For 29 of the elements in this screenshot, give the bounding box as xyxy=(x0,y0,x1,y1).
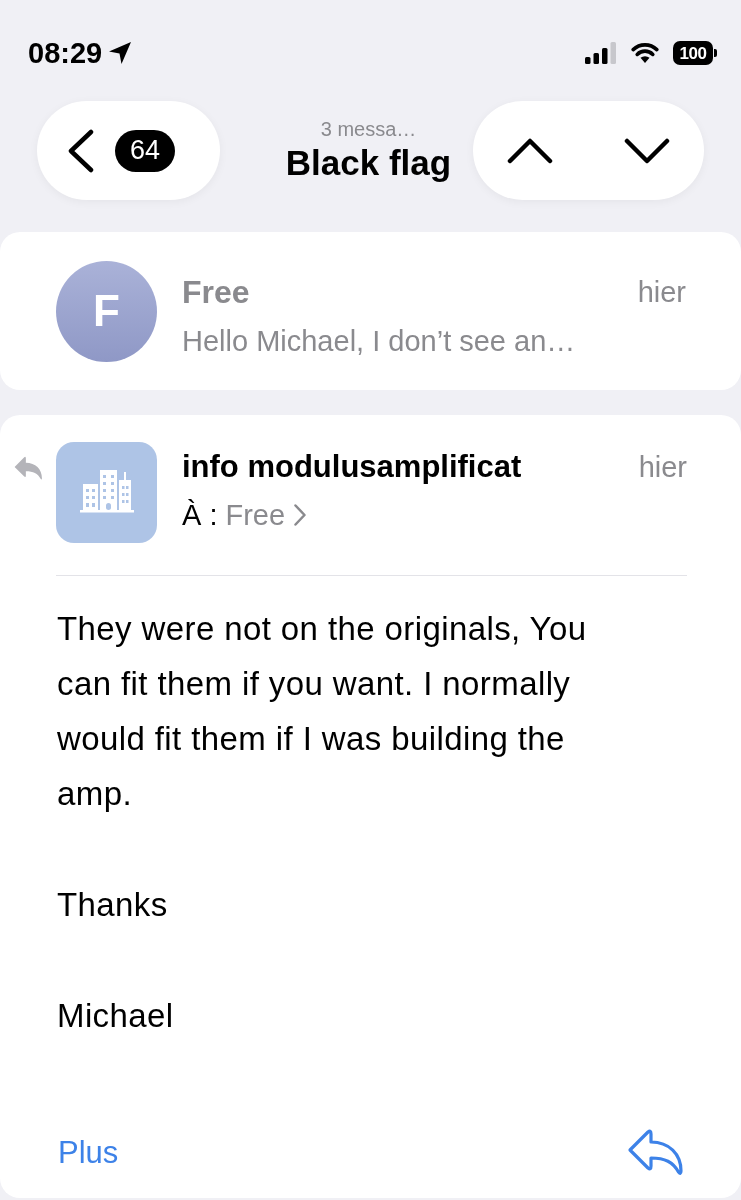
message-preview: Hello Michael, I don’t see an… xyxy=(182,323,577,359)
back-button[interactable]: 64 xyxy=(37,101,220,200)
chevron-up-icon xyxy=(507,137,553,164)
buildings-icon xyxy=(56,442,157,543)
sender-name: info modulusamplificat xyxy=(182,448,522,486)
recipient-label: À : xyxy=(182,498,218,533)
collapsed-message-card[interactable]: F Free hier Hello Michael, I don’t see an… xyxy=(0,232,741,390)
battery-indicator: 100 xyxy=(673,41,717,65)
message-date: hier xyxy=(638,450,687,485)
chevron-right-icon xyxy=(293,503,308,527)
more-link[interactable]: Plus xyxy=(58,1136,119,1168)
unread-count-badge: 64 xyxy=(115,129,176,172)
clock-time: 08:29 xyxy=(28,38,103,68)
sender-avatar: F xyxy=(56,260,157,362)
message-date: hier xyxy=(637,274,686,310)
message-paragraph: Thanks xyxy=(57,885,169,925)
message-paragraph: They were not on the originals, You can fit them if you want. I normally would fit them if I was building the amp. xyxy=(57,609,588,814)
chevron-down-icon xyxy=(624,137,670,164)
wifi-icon xyxy=(631,42,659,64)
reply-button[interactable] xyxy=(627,1128,683,1176)
recipient-name: Free xyxy=(225,498,286,533)
message-count-subtitle: 3 messa… xyxy=(320,116,417,141)
location-arrow-icon xyxy=(108,41,133,65)
chevron-left-icon xyxy=(67,128,95,173)
sender-name: Free xyxy=(182,272,250,312)
thread-title: Black flag xyxy=(285,141,452,184)
message-paragraph: Michael xyxy=(57,996,175,1036)
reply-icon xyxy=(627,1128,683,1176)
signal-icon xyxy=(585,42,617,64)
